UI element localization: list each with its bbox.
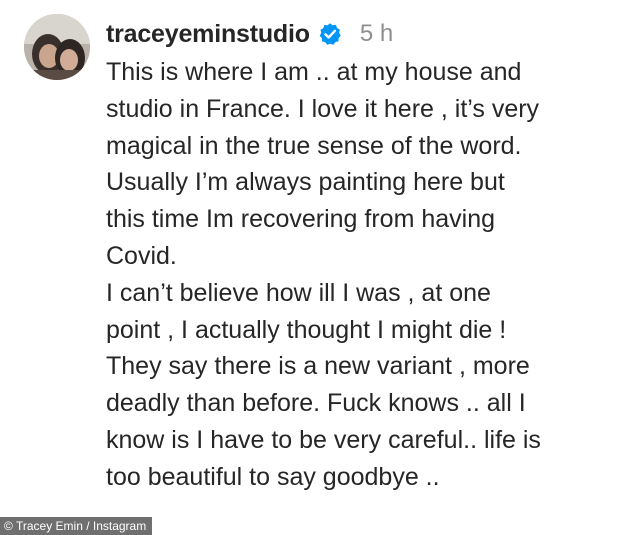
photo-credit: © Tracey Emin / Instagram — [0, 517, 153, 535]
caption-line: Covid. — [106, 241, 177, 270]
caption-line: too beautiful to say goodbye .. — [106, 462, 440, 491]
caption-line: magical in the true sense of the word. — [106, 131, 522, 160]
username-link[interactable]: traceyeminstudio — [106, 20, 310, 49]
instagram-comment: traceyeminstudio 5 h This is where I am … — [0, 0, 634, 535]
timestamp: 5 h — [359, 20, 394, 47]
caption-line: point , I actually thought I might die ! — [106, 315, 507, 344]
caption-line: They say there is a new variant , more — [106, 352, 530, 381]
caption-line: know is I have to be very careful.. life… — [106, 425, 541, 454]
verified-badge-icon — [318, 22, 342, 46]
caption-line: I can’t believe how ill I was , at one — [106, 278, 491, 307]
comment-header: traceyeminstudio 5 h — [106, 17, 393, 51]
caption-line: Usually I’m always painting here but — [106, 168, 505, 197]
caption-line: This is where I am .. at my house and — [106, 58, 522, 86]
caption-line: deadly than before. Fuck knows .. all I — [106, 389, 526, 418]
avatar-photo — [24, 14, 90, 80]
caption-line: this time Im recovering from having — [106, 205, 496, 234]
comment-caption: This is where I am .. at my house and st… — [106, 54, 606, 496]
caption-line: studio in France. I love it here , it’s … — [106, 94, 540, 123]
avatar[interactable] — [24, 14, 90, 80]
